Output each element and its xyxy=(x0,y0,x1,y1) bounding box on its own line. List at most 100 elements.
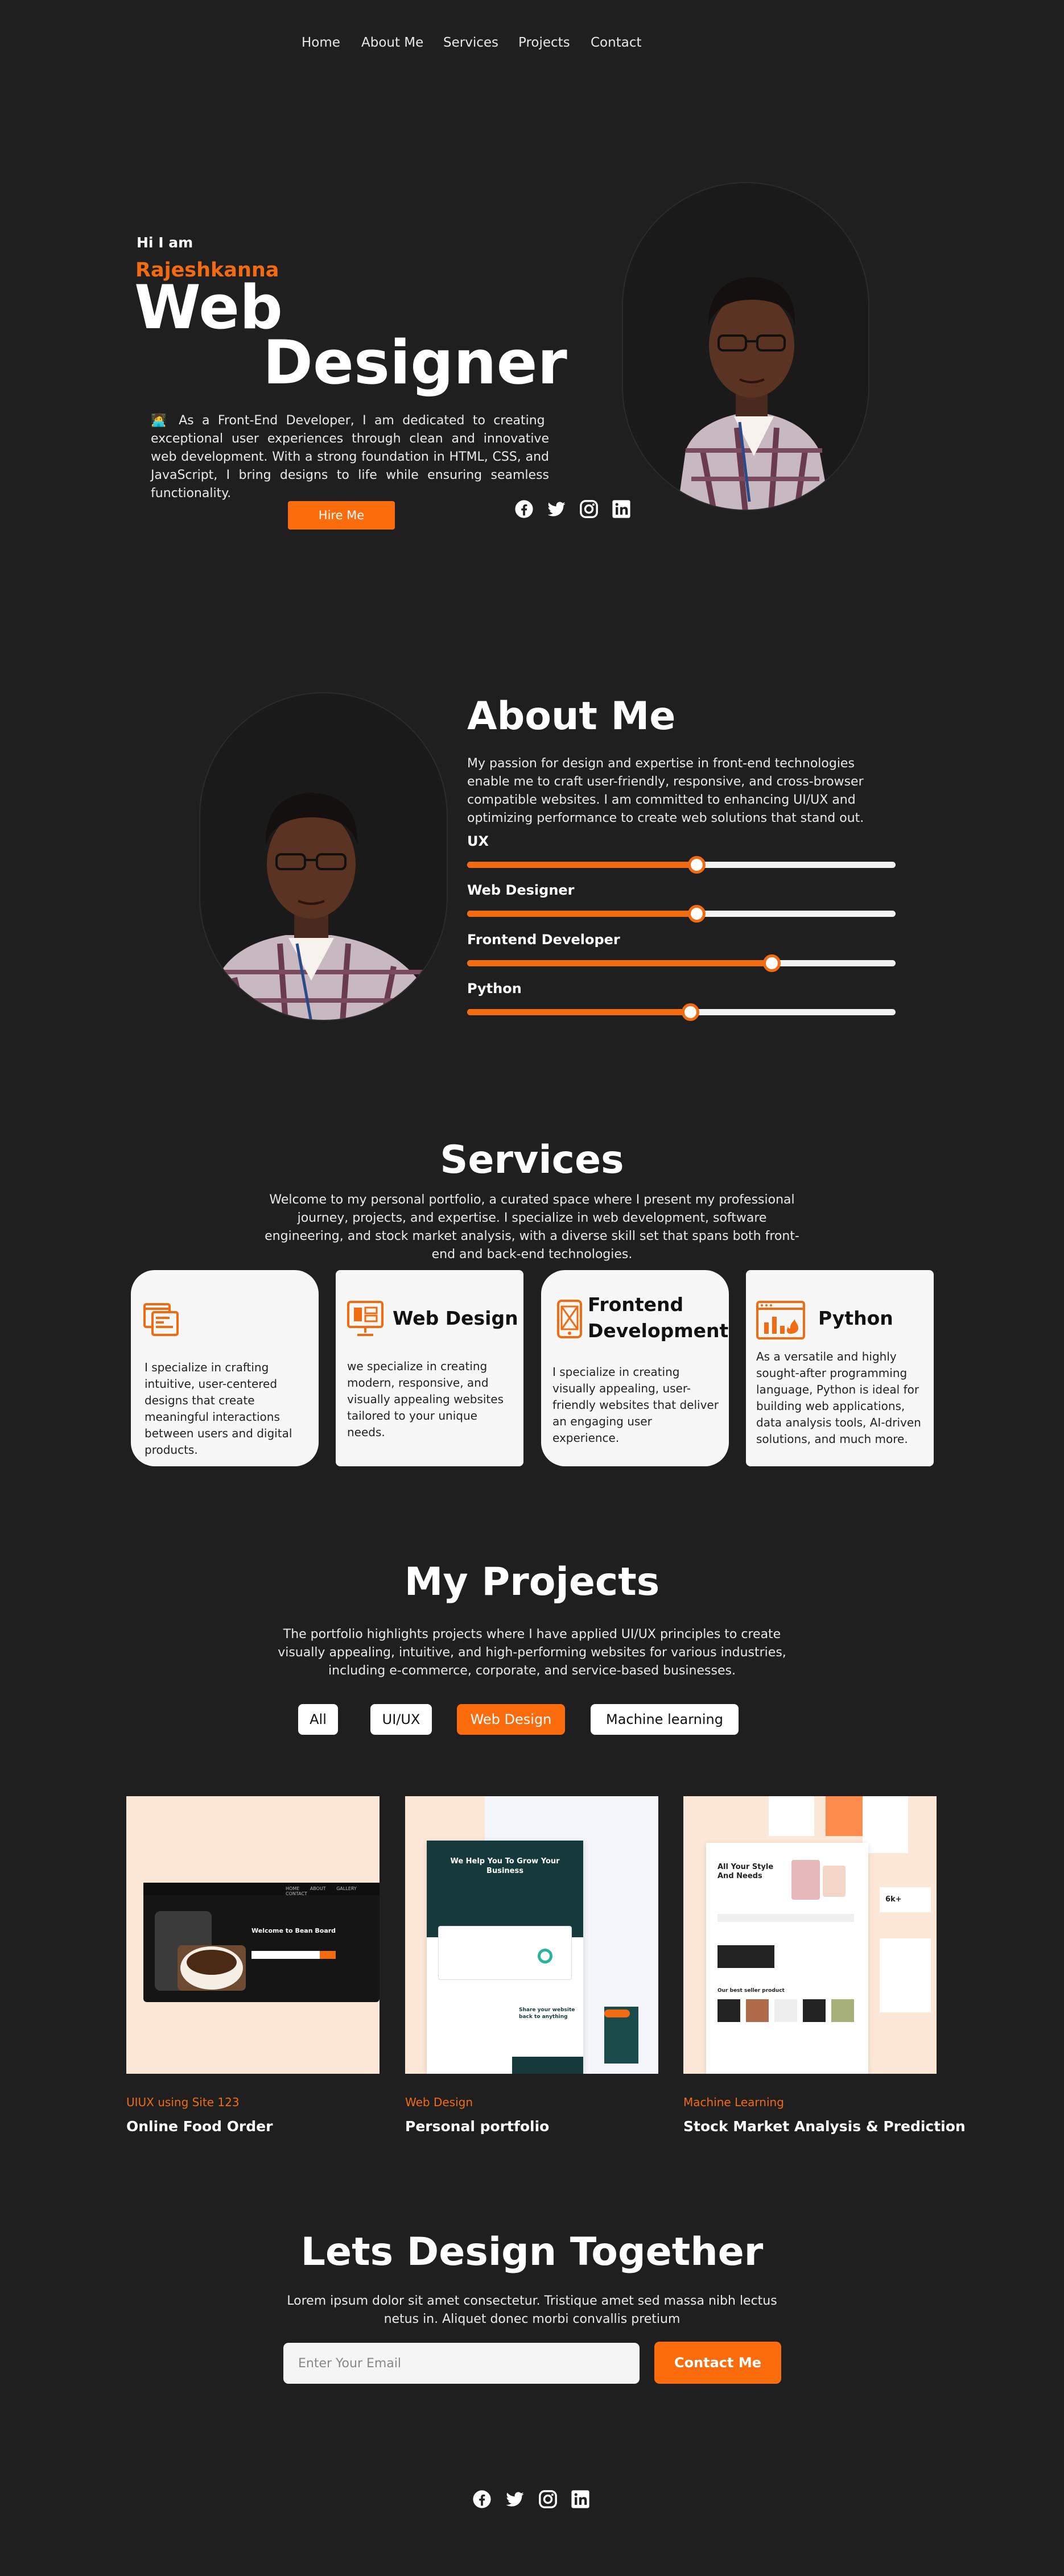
mock-hero xyxy=(427,1841,583,1937)
hero-title-line1: Web xyxy=(134,272,283,342)
services-description: Welcome to my personal portfolio, a cura… xyxy=(265,1193,799,1262)
mock-side-button xyxy=(604,2009,630,2017)
project-title[interactable]: Stock Market Analysis & Prediction xyxy=(683,2118,966,2135)
mock-product xyxy=(823,1866,846,1897)
mock-heading: All Your Style And Needs xyxy=(717,1863,774,1880)
project-image-stock-market[interactable]: All Your Style And Needs Our best seller… xyxy=(683,1796,937,2074)
contact-title: Lets Design Together xyxy=(300,2230,764,2275)
mock-heading: Welcome to Bean Board xyxy=(251,1927,336,1934)
skill-progress-fill xyxy=(467,960,772,966)
skill-label: Web Designer xyxy=(467,882,575,898)
service-card-frontend[interactable]: Frontend Development I specialize in cre… xyxy=(541,1270,729,1466)
hero-title-line2: Designer xyxy=(263,328,567,398)
skill-progress-bar[interactable] xyxy=(467,1003,896,1021)
project-mock-screen: HOME ABOUT GALLERY CONTACT Welcome to Be… xyxy=(143,1883,380,2002)
hire-me-button[interactable]: Hire Me xyxy=(288,501,395,530)
nav-about[interactable]: About Me xyxy=(361,35,423,50)
skill-progress-bar[interactable] xyxy=(467,905,896,923)
about-description: My passion for design and expertise in f… xyxy=(467,756,864,825)
mock-product xyxy=(803,1999,826,2022)
mock-nav: HOME ABOUT GALLERY CONTACT xyxy=(286,1886,357,1896)
mock-product xyxy=(831,1999,854,2022)
mock-product xyxy=(774,1999,797,2022)
web-design-icon xyxy=(345,1299,386,1339)
mock-float-card xyxy=(769,1796,814,1836)
mock-product xyxy=(791,1860,820,1900)
project-category: Web Design xyxy=(405,2095,473,2109)
service-card-text: I specialize in crafting intuitive, user… xyxy=(145,1361,292,1457)
nav-home[interactable]: Home xyxy=(302,35,340,50)
service-card-title: Frontend Development xyxy=(588,1293,729,1342)
email-input[interactable] xyxy=(283,2343,640,2384)
mock-heading: We Help You To Grow Your Business xyxy=(450,1857,560,1875)
footer-instagram-icon[interactable] xyxy=(538,2490,558,2509)
hero-greeting: Hi I am xyxy=(137,234,193,251)
nav-projects[interactable]: Projects xyxy=(518,35,570,50)
footer-facebook-icon[interactable] xyxy=(472,2490,492,2509)
skill-label: Frontend Developer xyxy=(467,932,620,948)
project-title[interactable]: Personal portfolio xyxy=(405,2118,549,2135)
mock-bar xyxy=(717,1914,854,1922)
skill-progress-fill xyxy=(467,911,696,917)
skill-progress-bar[interactable] xyxy=(467,954,896,972)
projects-description: The portfolio highlights projects where … xyxy=(278,1627,786,1678)
mock-product xyxy=(717,1999,740,2022)
service-card-text: As a versatile and highly sought-after p… xyxy=(756,1350,921,1446)
mock-product xyxy=(746,1999,769,2022)
skill-progress-fill xyxy=(467,862,696,868)
project-mock-screen: We Help You To Grow Your Business xyxy=(427,1841,583,2074)
services-title: Services xyxy=(440,1138,624,1182)
hero-linkedin-icon[interactable] xyxy=(612,499,631,519)
project-category: UIUX using Site 123 xyxy=(126,2095,240,2109)
skill-progress-bar[interactable] xyxy=(467,856,896,874)
nav-contact[interactable]: Contact xyxy=(591,35,641,50)
filter-all[interactable]: All xyxy=(298,1704,338,1735)
mock-chart xyxy=(538,1949,552,1963)
skill-progress-fill xyxy=(467,1009,690,1015)
footer-twitter-icon[interactable] xyxy=(505,2490,525,2509)
mobile-frontend-icon xyxy=(549,1299,590,1339)
skill-slider-knob[interactable] xyxy=(762,954,781,972)
filter-machine-learning[interactable]: Machine learning xyxy=(591,1704,739,1735)
project-image-food-order[interactable]: HOME ABOUT GALLERY CONTACT Welcome to Be… xyxy=(126,1796,380,2074)
skill-label: UX xyxy=(467,833,489,849)
skill-slider-knob[interactable] xyxy=(681,1003,699,1021)
mock-lower-text: Our best seller product xyxy=(717,1988,785,1994)
service-card-python[interactable]: Python As a versatile and highly sought-… xyxy=(746,1270,934,1466)
mock-float-card xyxy=(826,1796,865,1836)
hero-description: 🧑‍💻 As a Front-End Developer, I am dedic… xyxy=(151,414,549,501)
contact-me-button[interactable]: Contact Me xyxy=(654,2342,781,2384)
service-card-text: we specialize in creating modern, respon… xyxy=(347,1359,504,1439)
service-card-title: Python xyxy=(818,1307,893,1329)
about-portrait xyxy=(199,692,448,1021)
project-mock-screen: All Your Style And Needs Our best seller… xyxy=(706,1843,868,2074)
project-title[interactable]: Online Food Order xyxy=(126,2118,273,2135)
mock-person-card xyxy=(880,1938,931,2012)
nav-services[interactable]: Services xyxy=(443,35,498,50)
ui-layout-icon xyxy=(141,1300,182,1341)
mock-footer-block xyxy=(512,2057,583,2074)
skill-slider-knob[interactable] xyxy=(687,856,706,874)
service-card-web-design[interactable]: Web Design we specialize in creating mod… xyxy=(336,1270,523,1466)
project-category: Machine Learning xyxy=(683,2095,784,2109)
hero-twitter-icon[interactable] xyxy=(547,499,566,519)
service-card-uiux[interactable]: I specialize in crafting intuitive, user… xyxy=(131,1270,319,1466)
project-image-portfolio[interactable]: We Help You To Grow Your Business Share … xyxy=(405,1796,658,2074)
contact-description: Lorem ipsum dolor sit amet consectetur. … xyxy=(287,2294,777,2326)
about-title: About Me xyxy=(467,694,676,739)
filter-uiux[interactable]: UI/UX xyxy=(370,1704,432,1735)
hero-facebook-icon[interactable] xyxy=(514,499,534,519)
skill-label: Python xyxy=(467,981,522,997)
mock-lower-text: Share your website back to anything xyxy=(519,2007,575,2020)
service-card-text: I specialize in creating visually appeal… xyxy=(552,1365,719,1445)
mock-stat: 6k+ xyxy=(880,1887,931,1912)
mock-banner xyxy=(717,1945,774,1968)
mock-float-card xyxy=(863,1796,908,1853)
hero-portrait xyxy=(622,182,869,511)
python-analytics-icon xyxy=(755,1300,806,1341)
skill-slider-knob[interactable] xyxy=(687,905,706,923)
filter-web-design[interactable]: Web Design xyxy=(457,1704,565,1735)
footer-linkedin-icon[interactable] xyxy=(571,2490,590,2509)
projects-title: My Projects xyxy=(404,1560,660,1605)
hero-instagram-icon[interactable] xyxy=(579,499,599,519)
